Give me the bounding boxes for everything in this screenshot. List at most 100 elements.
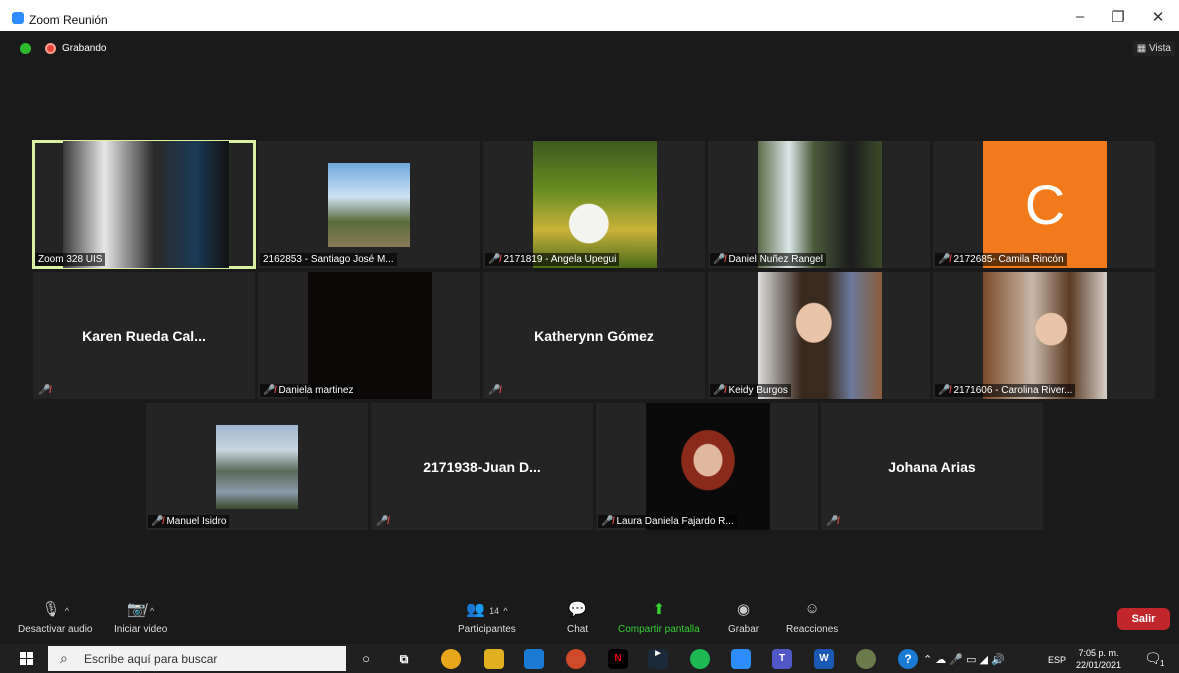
participant-name-text: 2171606 - Carolina River...	[953, 385, 1073, 396]
start-video-label: Iniciar video	[114, 624, 168, 635]
cortana-icon[interactable]: ○	[356, 649, 376, 669]
participant-name: 🎤̸ Daniel Nuñez Rangel	[710, 253, 826, 266]
view-button[interactable]: ▦ Vista	[1132, 41, 1175, 56]
video-tile[interactable]: 🎤̸ 2171819 - Angela Upegui	[483, 141, 705, 268]
mail-icon[interactable]	[524, 649, 544, 669]
record-label: Grabar	[728, 624, 760, 635]
participant-picture	[328, 163, 410, 247]
minimize-button[interactable]: –	[1069, 8, 1091, 26]
spotify-icon[interactable]	[690, 649, 710, 669]
participants-button[interactable]: 👥 14 ^ Participantes	[458, 600, 516, 635]
video-tile[interactable]: Zoom 328 UIS	[32, 140, 256, 269]
participant-name: 🎤̸ Manuel Isidro	[148, 515, 230, 528]
video-off-icon: 📷̸ ^	[127, 601, 155, 618]
shield-icon[interactable]	[20, 42, 31, 54]
video-tile[interactable]: 🎤̸ Manuel Isidro	[146, 403, 368, 530]
participant-picture	[983, 272, 1107, 399]
muted-mic-icon: 🎤̸	[151, 516, 164, 527]
video-tile[interactable]: 🎤̸ Daniela martinez	[258, 272, 480, 399]
recording-indicator: Grabando	[20, 41, 106, 55]
search-placeholder: Escribe aquí para buscar	[84, 652, 218, 666]
participant-big-name: Johana Arias	[888, 459, 976, 475]
video-tile[interactable]: Johana Arias 🎤̸	[821, 403, 1043, 530]
participants-label: Participantes	[458, 624, 516, 635]
muted-mic-icon: 🎤̸	[938, 254, 951, 265]
search-icon: ⌕	[60, 650, 68, 666]
zoom-app-icon	[12, 12, 24, 24]
meeting-stage: Grabando ▦ Vista Zoom 328 UIS 2162853 - …	[12, 31, 1179, 643]
video-tile[interactable]: 2162853 - Santiago José M...	[258, 141, 480, 268]
participants-count: 14	[489, 606, 500, 616]
powerpoint-icon[interactable]	[566, 649, 586, 669]
share-screen-label: Compartir pantalla	[618, 624, 700, 635]
record-icon: ◉	[737, 601, 751, 618]
language-indicator[interactable]: ESP	[1048, 655, 1066, 665]
participant-name-text: Manuel Isidro	[166, 516, 227, 527]
notification-count: 1	[1160, 659, 1165, 668]
participant-name: Zoom 328 UIS	[35, 253, 106, 266]
zoom-taskbar-icon[interactable]	[731, 649, 751, 669]
restore-button[interactable]: ❐	[1107, 8, 1129, 26]
reactions-button[interactable]: ☺ Reacciones	[786, 600, 838, 635]
recording-label: Grabando	[62, 42, 107, 54]
tray-icons[interactable]: ⌃ ☁ 🎤 ▭ ◢ 🔊	[923, 653, 1005, 666]
paint-icon[interactable]	[856, 649, 876, 669]
video-tile[interactable]: Katherynn Gómez 🎤̸	[483, 272, 705, 399]
video-tile[interactable]: 2171938-Juan D... 🎤̸	[371, 403, 593, 530]
participant-picture	[758, 141, 882, 268]
prime-video-icon[interactable]: ▶	[648, 649, 668, 669]
clock-time: 7:05 p. m.	[1078, 648, 1119, 658]
participant-avatar: C	[983, 141, 1107, 268]
participant-name: 2162853 - Santiago José M...	[260, 253, 397, 266]
record-dot-icon	[45, 42, 56, 54]
meeting-toolbar: 🎙 ^ Desactivar audio 📷̸ ^ Iniciar video …	[0, 596, 1179, 644]
participant-name-text: Keidy Burgos	[728, 385, 788, 396]
chat-button[interactable]: 💬 Chat	[567, 600, 588, 635]
window-titlebar: Zoom Reunión – ❐ ✕	[0, 0, 1179, 31]
video-tile[interactable]: 🎤̸ 2171606 - Carolina River...	[933, 272, 1155, 399]
participant-video	[308, 272, 432, 399]
taskbar-search-box[interactable]: ⌕ Escribe aquí para buscar	[48, 646, 346, 671]
video-tile[interactable]: 🎤̸ Daniel Nuñez Rangel	[708, 141, 930, 268]
teams-icon[interactable]: T	[772, 649, 792, 669]
microphone-icon: 🎙 ^	[41, 601, 69, 618]
participant-picture	[533, 141, 657, 268]
netflix-icon[interactable]: N	[608, 649, 628, 669]
word-icon[interactable]: W	[814, 649, 834, 669]
muted-mic-icon: 🎤̸	[263, 385, 276, 396]
leave-button[interactable]: Salir	[1117, 608, 1170, 630]
video-tile[interactable]: 🎤̸ Keidy Burgos	[708, 272, 930, 399]
video-tile[interactable]: C 🎤̸ 2172685- Camila Rincón	[933, 141, 1155, 268]
participant-name: 🎤̸ 2171819 - Angela Upegui	[485, 253, 620, 266]
participant-picture	[216, 425, 298, 509]
muted-mic-icon: 🎤̸	[938, 385, 951, 396]
participants-icon-group: 👥 14 ^	[458, 600, 516, 620]
file-explorer-icon[interactable]	[484, 649, 504, 669]
windows-start-icon[interactable]	[20, 652, 33, 665]
grid-icon: ▦	[1136, 43, 1147, 54]
help-icon[interactable]: ?	[898, 649, 918, 669]
chrome-icon[interactable]	[441, 649, 461, 669]
task-view-icon[interactable]: ⧉	[394, 649, 414, 669]
record-button[interactable]: ◉ Grabar	[728, 600, 759, 635]
share-screen-button[interactable]: ⬆ Compartir pantalla	[618, 600, 700, 635]
participant-name-text: Laura Daniela Fajardo R...	[616, 516, 734, 527]
participant-name: 🎤̸ Keidy Burgos	[710, 384, 791, 397]
video-tile[interactable]: 🎤̸ Laura Daniela Fajardo R...	[596, 403, 818, 530]
participant-name-text: 2172685- Camila Rincón	[953, 254, 1064, 265]
chevron-up-icon[interactable]: ^	[503, 606, 507, 616]
participants-icon: 👥	[466, 601, 485, 618]
close-button[interactable]: ✕	[1147, 8, 1169, 26]
video-tile[interactable]: Karen Rueda Cal... 🎤̸	[33, 272, 255, 399]
muted-mic-icon: 🎤̸	[38, 385, 51, 396]
start-video-button[interactable]: 📷̸ ^ Iniciar video	[114, 600, 167, 635]
system-clock[interactable]: 7:05 p. m. 22/01/2021	[1076, 647, 1121, 671]
participant-big-name: 2171938-Juan D...	[423, 459, 541, 475]
muted-mic-icon: 🎤̸	[713, 385, 726, 396]
window-title: Zoom Reunión	[29, 13, 108, 27]
muted-mic-icon: 🎤̸	[601, 516, 614, 527]
muted-mic-icon: 🎤̸	[376, 516, 389, 527]
participant-video	[63, 141, 229, 268]
smiley-icon: ☺	[804, 600, 820, 617]
mute-audio-button[interactable]: 🎙 ^ Desactivar audio	[18, 600, 92, 635]
